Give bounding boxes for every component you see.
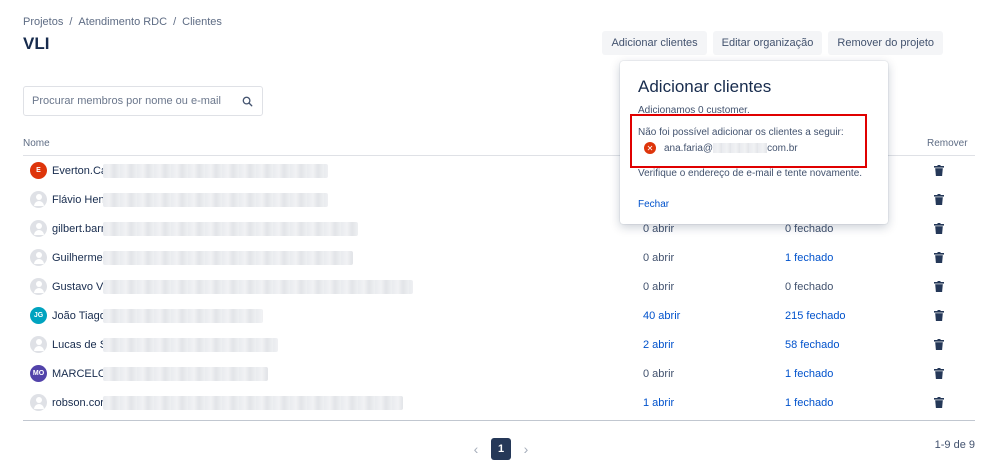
closed-requests[interactable]: 1 fechado [785, 368, 833, 380]
pagination: ‹ 1 › [471, 438, 531, 460]
open-requests[interactable]: 40 abrir [643, 310, 680, 322]
column-header-remove: Remover [927, 138, 968, 149]
customer-name[interactable]: Everton.Ca [52, 165, 107, 177]
open-requests: 0 abrir [643, 367, 675, 380]
redacted-text [103, 192, 328, 207]
open-requests: 0 abrir [643, 251, 675, 264]
breadcrumb-service-desk[interactable]: Atendimento RDC [78, 16, 167, 28]
customer-name[interactable]: Gustavo Vi [52, 281, 106, 293]
redacted-text [103, 337, 278, 352]
breadcrumb-customers[interactable]: Clientes [182, 16, 222, 28]
table-row: Lucas de Sc 2 abrir 58 fechado [23, 330, 975, 359]
customer-name[interactable]: MARCELO [52, 368, 106, 380]
open-requests[interactable]: 2 abrir [643, 339, 674, 351]
closed-requests[interactable]: 215 fechado [785, 310, 846, 322]
trash-icon[interactable] [934, 165, 944, 176]
table-row: Guilherme 0 abrir 1 fechado [23, 243, 975, 272]
open-requests: 0 abrir [643, 222, 675, 235]
add-customers-button[interactable]: Adicionar clientes [602, 31, 707, 55]
closed-requests: 0 fechado [785, 280, 834, 293]
redacted-text [103, 279, 413, 294]
table-row: MO MARCELO 0 abrir 1 fechado [23, 359, 975, 388]
trash-icon[interactable] [934, 194, 944, 205]
avatar [30, 336, 47, 353]
customer-name[interactable]: gilbert.barr [52, 223, 105, 235]
email-redaction [713, 142, 768, 153]
closed-requests[interactable]: 1 fechado [785, 397, 833, 409]
next-page-icon[interactable]: › [521, 441, 531, 457]
redacted-text [103, 308, 263, 323]
column-header-name[interactable]: Nome [23, 138, 50, 149]
error-message: Não foi possível adicionar os clientes a… [638, 127, 844, 138]
previous-page-icon[interactable]: ‹ [471, 441, 481, 457]
customer-name[interactable]: Flávio Henr [52, 194, 108, 206]
page-button-current[interactable]: 1 [491, 438, 511, 460]
table-row: JG João Tiago 40 abrir 215 fechado [23, 301, 975, 330]
avatar: E [30, 162, 47, 179]
avatar: JG [30, 307, 47, 324]
error-icon: ✕ [644, 142, 656, 154]
table-row: robson.cor 1 abrir 1 fechado [23, 388, 975, 417]
open-requests[interactable]: 1 abrir [643, 397, 674, 409]
redacted-text [103, 163, 328, 178]
search-input[interactable] [32, 95, 240, 107]
add-customers-dialog: Adicionar clientes Adicionamos 0 custome… [620, 61, 888, 224]
trash-icon[interactable] [934, 310, 944, 321]
close-link[interactable]: Fechar [638, 199, 669, 210]
redacted-text [103, 250, 353, 265]
failed-email: ana.faria@ com.br [664, 142, 798, 154]
avatar: MO [30, 365, 47, 382]
closed-requests[interactable]: 1 fechado [785, 252, 833, 264]
trash-icon[interactable] [934, 281, 944, 292]
failed-email-row: ✕ ana.faria@ com.br [644, 142, 798, 154]
customer-name[interactable]: robson.cor [52, 397, 104, 409]
breadcrumb-projects[interactable]: Projetos [23, 16, 63, 28]
table-row: Gustavo Vi 0 abrir 0 fechado [23, 272, 975, 301]
trash-icon[interactable] [934, 397, 944, 408]
trash-icon[interactable] [934, 223, 944, 234]
table-bottom-divider [23, 420, 975, 421]
verify-message: Verifique o endereço de e-mail e tente n… [638, 168, 863, 179]
closed-requests[interactable]: 58 fechado [785, 339, 839, 351]
search-icon[interactable] [240, 94, 254, 108]
dialog-title: Adicionar clientes [638, 77, 772, 96]
breadcrumb-separator: / [69, 16, 73, 28]
avatar [30, 394, 47, 411]
edit-organization-button[interactable]: Editar organização [712, 31, 823, 55]
redacted-text [103, 221, 358, 236]
avatar [30, 220, 47, 237]
results-count: 1-9 de 9 [934, 439, 975, 451]
page-title: VLI [23, 34, 50, 53]
avatar [30, 191, 47, 208]
closed-requests: 0 fechado [785, 222, 834, 235]
open-requests: 0 abrir [643, 280, 675, 293]
trash-icon[interactable] [934, 252, 944, 263]
redacted-text [103, 395, 403, 410]
redacted-text [103, 366, 268, 381]
remove-from-project-button[interactable]: Remover do projeto [828, 31, 943, 55]
avatar [30, 249, 47, 266]
customer-name[interactable]: João Tiago [52, 310, 106, 322]
customer-name[interactable]: Guilherme [52, 252, 103, 264]
trash-icon[interactable] [934, 368, 944, 379]
avatar [30, 278, 47, 295]
search-box [23, 86, 263, 116]
breadcrumb-separator: / [173, 16, 177, 28]
breadcrumb: Projetos / Atendimento RDC / Clientes [23, 16, 222, 28]
error-highlight-box [630, 114, 867, 168]
trash-icon[interactable] [934, 339, 944, 350]
top-actions: Adicionar clientes Editar organização Re… [602, 31, 943, 55]
